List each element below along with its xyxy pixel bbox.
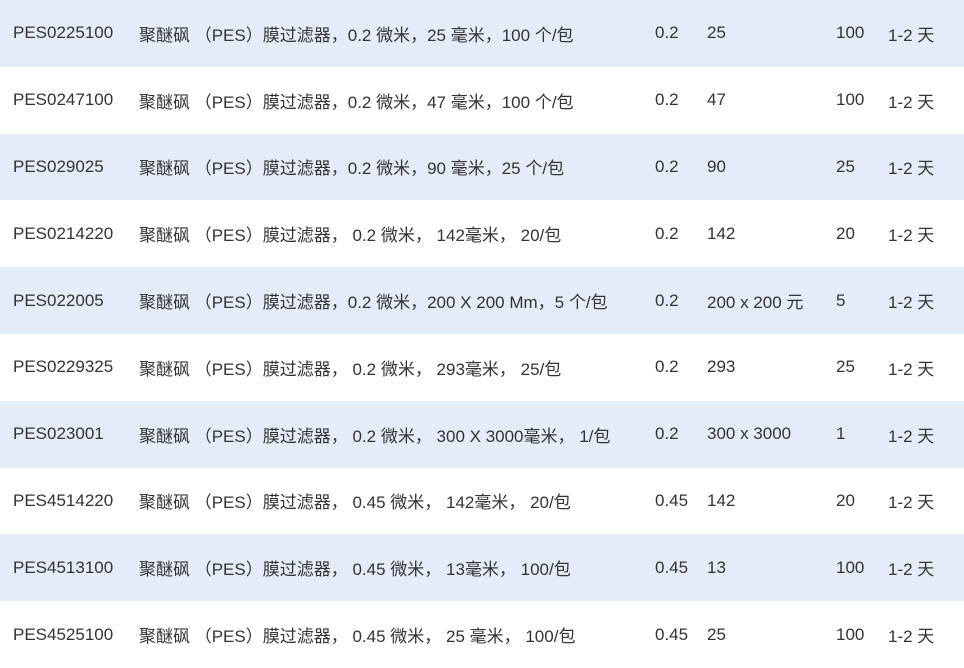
diameter-cell: 47: [707, 90, 726, 110]
quantity-cell: 1: [836, 424, 846, 444]
table-row[interactable]: PES0229325 聚醚砜 （PES）膜过滤器， 0.2 微米， 293毫米，…: [0, 333, 964, 401]
lead-time-cell: 1-2 天: [888, 359, 935, 379]
description-cell: 聚醚砜 （PES）膜过滤器， 0.45 微米， 13毫米， 100/包: [139, 560, 571, 580]
sku-cell: PES0229325: [13, 357, 114, 377]
description-cell: 聚醚砜 （PES）膜过滤器， 0.2 微米， 142毫米， 20/包: [139, 226, 562, 246]
diameter-cell: 200 x 200 元: [707, 293, 804, 313]
lead-time-cell: 1-2 天: [888, 493, 935, 513]
table-row[interactable]: PES023001 聚醚砜 （PES）膜过滤器， 0.2 微米， 300 X 3…: [0, 400, 964, 468]
sku-cell: PES0225100: [13, 23, 114, 43]
lead-time-cell: 1-2 天: [888, 92, 935, 112]
quantity-cell: 25: [836, 156, 855, 176]
sku-cell: PES022005: [13, 290, 104, 310]
quantity-cell: 20: [836, 490, 855, 510]
sku-cell: PES0247100: [13, 90, 114, 110]
quantity-cell: 100: [836, 23, 865, 43]
pore-size-cell: 0.2: [655, 156, 679, 176]
description-cell: 聚醚砜 （PES）膜过滤器，0.2 微米，47 毫米，100 个/包: [139, 92, 574, 112]
description-cell: 聚醚砜 （PES）膜过滤器， 0.2 微米， 300 X 3000毫米， 1/包: [139, 426, 611, 446]
table-row[interactable]: PES0214220 聚醚砜 （PES）膜过滤器， 0.2 微米， 142毫米，…: [0, 200, 964, 268]
sku-cell: PES4525100: [13, 624, 114, 644]
quantity-cell: 25: [836, 357, 855, 377]
sku-cell: PES023001: [13, 424, 104, 444]
table-row[interactable]: PES0225100 聚醚砜 （PES）膜过滤器，0.2 微米，25 毫米，10…: [0, 0, 964, 67]
pore-size-cell: 0.2: [655, 424, 679, 444]
table-row[interactable]: PES4513100 聚醚砜 （PES）膜过滤器， 0.45 微米， 13毫米，…: [0, 534, 964, 602]
lead-time-cell: 1-2 天: [888, 159, 935, 179]
quantity-cell: 100: [836, 624, 865, 644]
diameter-cell: 142: [707, 223, 736, 243]
diameter-cell: 142: [707, 490, 736, 510]
quantity-cell: 100: [836, 557, 865, 577]
diameter-cell: 13: [707, 557, 726, 577]
pore-size-cell: 0.2: [655, 23, 679, 43]
lead-time-cell: 1-2 天: [888, 426, 935, 446]
pore-size-cell: 0.45: [655, 624, 689, 644]
diameter-cell: 293: [707, 357, 736, 377]
description-cell: 聚醚砜 （PES）膜过滤器， 0.45 微米， 25 毫米， 100/包: [139, 627, 576, 647]
sku-cell: PES0214220: [13, 223, 114, 243]
lead-time-cell: 1-2 天: [888, 25, 935, 45]
sku-cell: PES4514220: [13, 490, 114, 510]
pore-size-cell: 0.2: [655, 357, 679, 377]
pore-size-cell: 0.2: [655, 223, 679, 243]
table-row[interactable]: PES4514220 聚醚砜 （PES）膜过滤器， 0.45 微米， 142毫米…: [0, 467, 964, 535]
lead-time-cell: 1-2 天: [888, 293, 935, 313]
description-cell: 聚醚砜 （PES）膜过滤器， 0.45 微米， 142毫米， 20/包: [139, 493, 571, 513]
diameter-cell: 25: [707, 624, 726, 644]
diameter-cell: 300 x 3000: [707, 424, 792, 444]
description-cell: 聚醚砜 （PES）膜过滤器， 0.2 微米， 293毫米， 25/包: [139, 359, 562, 379]
table-row[interactable]: PES4525100 聚醚砜 （PES）膜过滤器， 0.45 微米， 25 毫米…: [0, 601, 964, 668]
quantity-cell: 5: [836, 290, 846, 310]
quantity-cell: 100: [836, 90, 865, 110]
lead-time-cell: 1-2 天: [888, 560, 935, 580]
diameter-cell: 25: [707, 23, 726, 43]
pore-size-cell: 0.2: [655, 290, 679, 310]
description-cell: 聚醚砜 （PES）膜过滤器，0.2 微米，25 毫米，100 个/包: [139, 25, 574, 45]
sku-cell: PES029025: [13, 156, 104, 176]
quantity-cell: 20: [836, 223, 855, 243]
pore-size-cell: 0.2: [655, 90, 679, 110]
table-row[interactable]: PES022005 聚醚砜 （PES）膜过滤器，0.2 微米，200 X 200…: [0, 267, 964, 334]
lead-time-cell: 1-2 天: [888, 226, 935, 246]
product-table: PES0225100 聚醚砜 （PES）膜过滤器，0.2 微米，25 毫米，10…: [0, 0, 964, 668]
diameter-cell: 90: [707, 156, 726, 176]
description-cell: 聚醚砜 （PES）膜过滤器，0.2 微米，200 X 200 Mm，5 个/包: [139, 293, 608, 313]
table-row[interactable]: PES0247100 聚醚砜 （PES）膜过滤器，0.2 微米，47 毫米，10…: [0, 66, 964, 134]
pore-size-cell: 0.45: [655, 557, 689, 577]
sku-cell: PES4513100: [13, 557, 114, 577]
description-cell: 聚醚砜 （PES）膜过滤器，0.2 微米，90 毫米，25 个/包: [139, 159, 565, 179]
table-row[interactable]: PES029025 聚醚砜 （PES）膜过滤器，0.2 微米，90 毫米，25 …: [0, 133, 964, 201]
pore-size-cell: 0.45: [655, 490, 689, 510]
lead-time-cell: 1-2 天: [888, 627, 935, 647]
